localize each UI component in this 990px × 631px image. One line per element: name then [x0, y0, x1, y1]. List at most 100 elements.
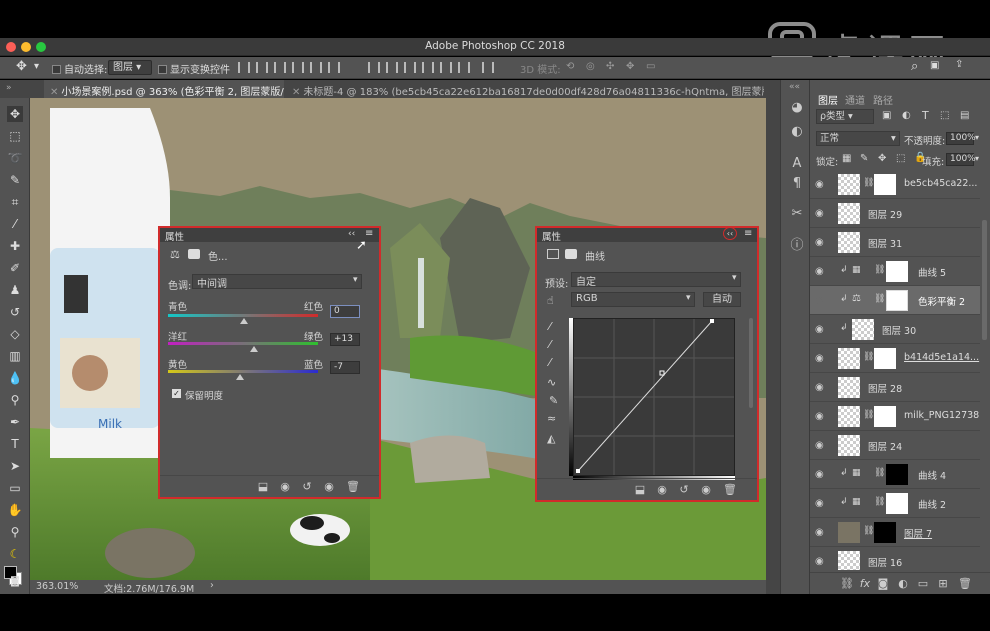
visibility-eye-icon[interactable]: ◉ [815, 440, 829, 451]
panel-scrollbar[interactable] [749, 318, 753, 408]
link-icon[interactable]: ⛓ [863, 410, 874, 420]
cyan-red-value-field[interactable]: 0 [330, 305, 360, 318]
tab-untitled-document[interactable]: ✕ 未标题-4 @ 183% (be5cb45ca22e612ba16817de0… [286, 80, 764, 98]
visibility-eye-icon[interactable]: ◉ [815, 382, 829, 393]
visibility-eye-icon[interactable]: ◉ [815, 295, 829, 306]
blur-tool-icon[interactable]: 💧 [7, 370, 23, 386]
scale-3d-icon[interactable]: ▭ [646, 61, 655, 72]
visibility-eye-icon[interactable]: ◉ [815, 179, 829, 190]
view-previous-icon[interactable]: ◉ [278, 480, 292, 494]
show-transform-checkbox[interactable]: 显示变换控件 [158, 61, 230, 76]
visibility-eye-icon[interactable]: ◉ [815, 237, 829, 248]
link-icon[interactable]: ⛓ [874, 497, 885, 507]
stamp-tool-icon[interactable]: ♟ [7, 282, 23, 298]
collapse-panel-icon[interactable]: ‹‹ [348, 229, 355, 239]
cyan-red-slider-handle[interactable] [240, 318, 248, 324]
status-menu-icon[interactable]: › [210, 580, 214, 591]
visibility-eye-icon[interactable]: ◉ [815, 527, 829, 538]
visibility-eye-icon[interactable]: ◉ [815, 208, 829, 219]
orbit-3d-icon[interactable]: ⟲ [566, 61, 574, 72]
auto-button[interactable]: 自动 [703, 292, 741, 307]
channel-dropdown[interactable]: RGB ▾ [571, 292, 695, 307]
layer-row[interactable]: ◉ 图层 24 [810, 431, 980, 460]
sample-white-eyedropper-icon[interactable]: ⁄ [549, 356, 551, 369]
drag-3d-icon[interactable]: ✣ [606, 61, 614, 72]
filter-type-icon[interactable]: T [922, 109, 929, 122]
quick-select-tool-icon[interactable]: ✎ [7, 172, 23, 188]
type-tool-icon[interactable]: T [7, 436, 23, 452]
tab-active-document[interactable]: ✕ 小场景案例.psd @ 363% (色彩平衡 2, 图层蒙版/8) * [44, 80, 284, 98]
layer-row[interactable]: ◉ 图层 29 [810, 199, 980, 228]
on-image-adjust-icon[interactable]: ☝ [547, 294, 554, 307]
opacity-field[interactable]: 100% [946, 132, 976, 145]
paragraph-panel-icon[interactable]: ¶ [789, 176, 805, 192]
hand-tool-icon[interactable]: ✋ [7, 502, 23, 518]
edit-toolbar-icon[interactable]: ☾ [7, 546, 23, 562]
eyedropper-tool-icon[interactable]: ⁄ [7, 216, 23, 232]
tab-layers[interactable]: 图层 [818, 92, 838, 107]
tab-paths[interactable]: 路径 [873, 92, 893, 107]
visibility-eye-icon[interactable]: ◉ [815, 498, 829, 509]
eraser-tool-icon[interactable]: ◇ [7, 326, 23, 342]
new-adjustment-icon[interactable]: ◐ [896, 577, 910, 591]
collapse-toolbar-icon[interactable]: » [6, 83, 12, 93]
lock-artboard-icon[interactable]: ⬚ [896, 153, 905, 164]
mask-thumbnail[interactable] [886, 261, 908, 282]
layer-row[interactable]: ◉ ⛓ b414d5e1a14... [810, 344, 980, 373]
mask-thumbnail[interactable] [874, 174, 896, 195]
move-tool-icon[interactable]: ✥ [16, 59, 27, 74]
align-top-icon[interactable] [238, 62, 250, 73]
auto-select-dropdown[interactable]: 图层 ▾ [108, 60, 152, 75]
sample-gray-eyedropper-icon[interactable]: ⁄ [549, 338, 551, 351]
yellow-blue-value-field[interactable]: -7 [330, 361, 360, 374]
panel-menu-icon[interactable]: ≡ [744, 228, 752, 239]
filter-adjustment-icon[interactable]: ◐ [902, 110, 911, 121]
visibility-icon[interactable]: ◉ [699, 483, 713, 497]
layer-row[interactable]: ◉ ↲ ▦ ⛓ 曲线 4 [810, 460, 980, 489]
visibility-eye-icon[interactable]: ◉ [815, 411, 829, 422]
lock-pixels-icon[interactable]: ✎ [860, 153, 868, 164]
share-icon[interactable]: ⇪ [955, 59, 963, 70]
cyan-red-slider-track[interactable] [168, 314, 318, 317]
smooth-curve-icon[interactable]: ≈ [547, 412, 556, 425]
align-vcenter-icon[interactable] [256, 62, 268, 73]
layer-row[interactable]: ◉ ↲ 图层 30 [810, 315, 980, 344]
filter-shape-icon[interactable]: ⬚ [940, 110, 949, 121]
delete-layer-icon[interactable]: 🗑 [958, 577, 972, 591]
pen-tool-icon[interactable]: ✒ [7, 414, 23, 430]
edit-points-icon[interactable]: ∿ [547, 376, 556, 389]
distribute-top-icon[interactable] [368, 62, 380, 73]
filter-smart-object-icon[interactable]: ▤ [960, 110, 969, 121]
visibility-eye-icon[interactable]: ◉ [815, 469, 829, 480]
align-hcenter-icon[interactable] [310, 62, 322, 73]
layer-filter-dropdown[interactable]: ρ类型 ▾ [816, 109, 874, 124]
layer-row[interactable]: ◉ ↲ ▦ ⛓ 曲线 5 [810, 257, 980, 286]
marquee-tool-icon[interactable]: ⬚ [7, 128, 23, 144]
tool-presets-icon[interactable]: ✂ [789, 206, 805, 222]
draw-curve-icon[interactable]: ✎ [549, 394, 558, 407]
distribute-vcenter-icon[interactable] [386, 62, 398, 73]
layer-row[interactable]: ◉ ↲ ▦ ⛓ 曲线 2 [810, 489, 980, 518]
view-previous-icon[interactable]: ◉ [655, 483, 669, 497]
layer-style-icon[interactable]: fx [858, 577, 872, 591]
zoom-tool-icon[interactable]: ⚲ [7, 524, 23, 540]
character-panel-icon[interactable]: A [789, 156, 805, 172]
auto-align-icon[interactable] [482, 62, 494, 73]
link-icon[interactable]: ⛓ [874, 468, 885, 478]
mask-thumbnail[interactable] [886, 290, 908, 311]
link-icon[interactable]: ⛓ [863, 526, 874, 536]
distribute-bottom-icon[interactable] [404, 62, 416, 73]
mask-icon[interactable] [565, 249, 577, 259]
link-icon[interactable]: ⛓ [874, 265, 885, 275]
distribute-left-icon[interactable] [422, 62, 434, 73]
mask-thumbnail[interactable] [886, 464, 908, 485]
color-panel-icon[interactable]: ◕ [789, 100, 805, 116]
dodge-tool-icon[interactable]: ⚲ [7, 392, 23, 408]
path-select-tool-icon[interactable]: ➤ [7, 458, 23, 474]
lasso-tool-icon[interactable]: ➰ [7, 150, 23, 166]
magenta-green-slider-handle[interactable] [250, 346, 258, 352]
tab-close-icon[interactable]: ✕ [50, 87, 58, 98]
collapse-dock-icon[interactable]: «« [789, 82, 800, 92]
fill-field[interactable]: 100% [946, 153, 976, 166]
roll-3d-icon[interactable]: ◎ [586, 61, 595, 72]
